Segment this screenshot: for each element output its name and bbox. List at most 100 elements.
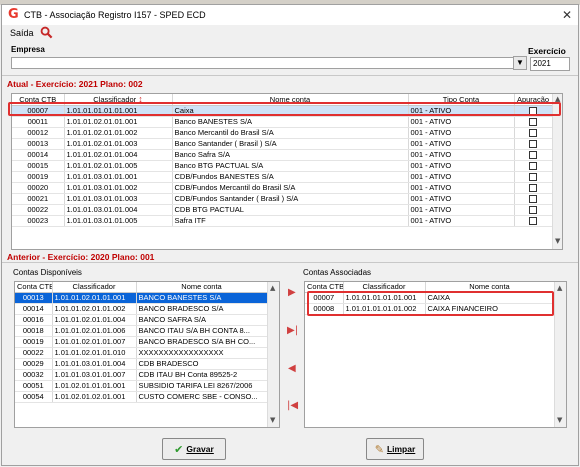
menu-saida[interactable]: Saída [10,28,34,38]
apuracao-checkbox[interactable] [529,129,537,138]
apuracao-checkbox[interactable] [529,195,537,204]
limpar-button[interactable]: ✎ Limpar [366,438,424,460]
table-row[interactable]: 00021 1.01.01.03.01.01.003 CDB/Fundos Sa… [12,193,553,205]
cell-classificador: 1.01.01.02.01.01.006 [52,325,137,337]
table-row[interactable]: 00014 1.01.01.02.01.01.002 BANCO BRADESC… [15,303,268,315]
apuracao-checkbox[interactable] [529,184,537,193]
table-row[interactable]: 00014 1.01.01.02.01.01.004 Banco Safra S… [12,149,553,161]
atual-vertical-scrollbar[interactable]: ▲ ▼ [552,94,562,249]
cell-apuracao [514,204,553,216]
table-row[interactable]: 00016 1.01.01.02.01.01.004 BANCO SAFRA S… [15,314,268,326]
scroll-down-icon[interactable]: ▼ [555,237,560,245]
broom-icon: ✎ [374,442,384,456]
table-row[interactable]: 00015 1.01.01.02.01.01.005 Banco BTG PAC… [12,160,553,172]
cell-conta: 00022 [12,204,65,216]
table-row[interactable]: 00051 1.01.02.01.01.01.001 SUBSIDIO TARI… [15,380,268,392]
associadas-vertical-scrollbar[interactable]: ▲ ▼ [554,282,566,427]
cell-nome: Safra ITF [172,215,409,227]
apuracao-checkbox[interactable] [529,118,537,127]
cell-classificador: 1.01.02.01.01.01.001 [52,380,137,392]
chevron-down-icon[interactable]: ▼ [513,56,527,70]
cell-classificador: 1.01.01.03.01.01.002 [64,182,173,194]
cell-nome: CDB/Fundos Mercantil do Brasil S/A [172,182,409,194]
cell-conta: 00023 [12,215,65,227]
scroll-up-icon[interactable]: ▲ [270,284,275,292]
table-row[interactable]: 00054 1.01.02.01.02.01.001 CUSTO COMERC … [15,391,268,403]
table-row[interactable]: 00019 1.01.01.03.01.01.001 CDB/Fundos BA… [12,171,553,183]
cell-apuracao [514,138,553,150]
dialog-window: G CTB - Associação Registro I157 - SPED … [1,4,579,466]
apuracao-checkbox[interactable] [529,162,537,171]
cell-nome: Banco Santander ( Brasil ) S/A [172,138,409,150]
table-row[interactable]: 00020 1.01.01.03.01.01.002 CDB/Fundos Me… [12,182,553,194]
cell-apuracao [514,127,553,139]
cell-classificador: 1.01.01.02.01.01.003 [64,138,173,150]
col-conta-ctb[interactable]: Conta CTB [15,282,53,293]
move-left-icon[interactable]: ◀ [288,364,296,374]
move-right-icon[interactable]: ▶ [288,288,296,298]
highlight-associadas-rows [307,291,554,316]
move-all-left-icon[interactable]: |◀ [287,401,298,411]
scroll-down-icon[interactable]: ▼ [270,416,275,424]
table-row[interactable]: 00023 1.01.01.03.01.01.005 Safra ITF 001… [12,215,553,227]
cell-apuracao [514,171,553,183]
window-title: CTB - Associação Registro I157 - SPED EC… [24,10,206,20]
cell-classificador: 1.01.01.02.01.01.002 [64,127,173,139]
cell-tipo: 001 - ATIVO [408,127,515,139]
scroll-down-icon[interactable]: ▼ [557,416,562,424]
col-classificador[interactable]: Classificador [52,282,137,293]
cell-tipo: 001 - ATIVO [408,171,515,183]
cell-classificador: 1.01.01.02.01.01.004 [52,314,137,326]
table-row[interactable]: 00011 1.01.01.02.01.01.001 Banco BANESTE… [12,116,553,128]
anterior-section-title: Anterior - Exercício: 2020 Plano: 001 [7,252,155,262]
scroll-up-icon[interactable]: ▲ [557,284,562,292]
move-all-right-icon[interactable]: ▶| [287,326,298,336]
table-row[interactable]: 00013 1.01.01.02.01.01.001 BANCO BANESTE… [15,292,268,304]
table-row[interactable]: 00012 1.01.01.02.01.01.002 Banco Mercant… [12,127,553,139]
cell-apuracao [514,182,553,194]
cell-nome: Banco Safra S/A [172,149,409,161]
cell-conta: 00032 [15,369,53,381]
table-row[interactable]: 00022 1.01.01.02.01.01.010 XXXXXXXXXXXXX… [15,347,268,359]
cell-tipo: 001 - ATIVO [408,138,515,150]
cell-conta: 00013 [15,292,53,304]
cell-tipo: 001 - ATIVO [408,204,515,216]
cell-nome: Banco BANESTES S/A [172,116,409,128]
atual-section-title: Atual - Exercício: 2021 Plano: 002 [7,79,143,89]
table-row[interactable]: 00029 1.01.01.03.01.01.004 CDB BRADESCO [15,358,268,370]
disponiveis-grid: Conta CTB Classificador Nome conta 00013… [14,281,280,428]
cell-apuracao [514,193,553,205]
cell-classificador: 1.01.01.02.01.01.007 [52,336,137,348]
search-icon[interactable] [40,26,53,39]
disponiveis-label: Contas Disponíveis [13,268,82,277]
empresa-select[interactable] [11,57,527,69]
title-bar: G CTB - Associação Registro I157 - SPED … [2,5,578,25]
cell-conta: 00014 [15,303,53,315]
apuracao-checkbox[interactable] [529,151,537,160]
close-icon[interactable]: ✕ [562,8,572,22]
cell-classificador: 1.01.01.02.01.01.001 [64,116,173,128]
apuracao-checkbox[interactable] [529,140,537,149]
cell-nome: Banco Mercantil do Brasil S/A [172,127,409,139]
table-row[interactable]: 00013 1.01.01.02.01.01.003 Banco Santand… [12,138,553,150]
cell-nome: CUSTO COMERC SBE - CONSO... [136,391,268,403]
disponiveis-vertical-scrollbar[interactable]: ▲ ▼ [267,282,279,427]
checkmark-icon: ✔ [174,442,184,456]
apuracao-checkbox[interactable] [529,217,537,226]
table-row[interactable]: 00032 1.01.01.03.01.01.007 CDB ITAU BH C… [15,369,268,381]
cell-conta: 00019 [15,336,53,348]
table-row[interactable]: 00022 1.01.01.03.01.01.004 CDB BTG PACTU… [12,204,553,216]
apuracao-checkbox[interactable] [529,206,537,215]
cell-apuracao [514,160,553,172]
table-row[interactable]: 00018 1.01.01.02.01.01.006 BANCO ITAU S/… [15,325,268,337]
col-nome-conta[interactable]: Nome conta [136,282,268,293]
apuracao-checkbox[interactable] [529,173,537,182]
cell-classificador: 1.01.01.02.01.01.004 [64,149,173,161]
cell-conta: 00011 [12,116,65,128]
exercicio-input[interactable]: 2021 [530,57,570,71]
table-row[interactable]: 00019 1.01.01.02.01.01.007 BANCO BRADESC… [15,336,268,348]
table-header: Conta CTB Classificador Nome conta [15,282,268,293]
gravar-button[interactable]: ✔ Gravar [162,438,226,460]
cell-nome: CDB ITAU BH Conta 89525-2 [136,369,268,381]
cell-conta: 00054 [15,391,53,403]
